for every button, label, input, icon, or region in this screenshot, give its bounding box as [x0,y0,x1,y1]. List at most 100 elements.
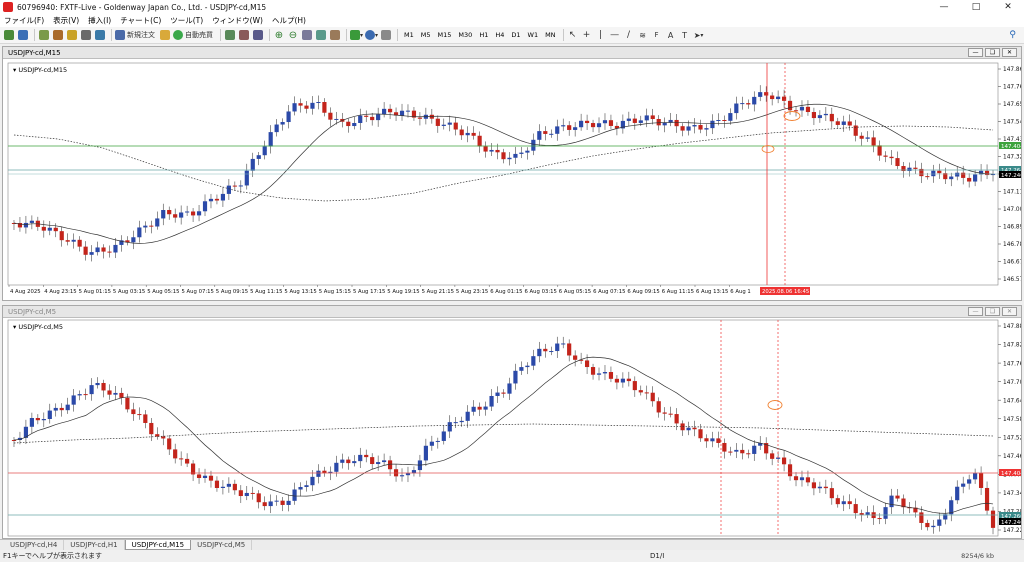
candle-body [167,438,172,450]
terminal-button[interactable] [80,29,92,42]
candle-body [250,492,255,494]
candle-body [967,177,972,182]
close-icon[interactable]: ✕ [992,0,1024,14]
channel-button[interactable]: ≋ [637,29,649,42]
maximize-icon[interactable]: □ [960,0,992,14]
candle-body [650,115,655,119]
title-bar: 60796940: FXTF-Live - Goldenway Japan Co… [0,0,1024,14]
menu-help[interactable]: ヘルプ(H) [272,15,306,26]
arrows-button[interactable]: ➤ ▾ [693,29,705,42]
menu-file[interactable]: ファイル(F) [4,15,44,26]
fibonacci-button[interactable]: F [651,29,663,42]
candle-body [208,475,214,481]
tester-button[interactable] [94,29,106,42]
cursor-icon: ↖ [568,30,577,40]
menu-insert[interactable]: 挿入(I) [88,15,111,26]
candlestick-chart-m15[interactable]: ▾ USDJPY-cd,M15 147.865 147.760 147.650 147.… [3,59,1021,301]
long-moving-average-line [13,423,994,444]
tf-m30[interactable]: M30 [455,29,475,41]
candle-body [865,512,870,515]
arrow-icon: ➤ [693,30,701,40]
zoom-in-button[interactable]: ⊕ [273,29,285,42]
tf-h4[interactable]: H4 [492,29,507,41]
zoom-in-icon: ⊕ [274,29,284,41]
candle-body [298,486,303,490]
vertical-line-button[interactable]: | [595,29,607,42]
candle-body [734,103,739,114]
candle-body [973,174,978,182]
periods-button[interactable]: ▾ [365,29,378,42]
tf-m1[interactable]: M1 [401,29,417,41]
restore-icon[interactable]: ❏ [985,307,1000,316]
metaeditor-button[interactable] [159,29,171,42]
y-tick-label: 146.675 [1003,260,1021,266]
menu-tools[interactable]: ツール(T) [170,15,203,26]
auto-trade-button[interactable]: 自動売買 [173,29,215,42]
candle-body [746,453,751,455]
new-chart-button[interactable] [3,29,15,42]
tab-usdjpy-h4[interactable]: USDJPY-cd,H4 [4,540,65,550]
close-icon[interactable]: ✕ [1002,307,1017,316]
candle-body [740,103,745,105]
candle-body [173,214,178,218]
candle-body [161,436,166,439]
crosshair-button[interactable]: + [581,29,593,42]
tf-w1[interactable]: W1 [525,29,542,41]
candle-body [226,483,231,487]
menu-view[interactable]: 表示(V) [53,15,79,26]
menu-chart[interactable]: チャート(C) [120,15,161,26]
new-order-button[interactable]: 新規注文 [115,29,157,42]
indicators-button[interactable]: ▾ [350,29,363,42]
candle-body [955,486,960,501]
candle-body [286,111,291,123]
data-window-button[interactable] [52,29,64,42]
minimize-icon[interactable]: — [968,48,983,57]
close-icon[interactable]: ✕ [1002,48,1017,57]
tf-mn[interactable]: MN [542,29,558,41]
y-tick-label: 147.585 [1003,417,1021,423]
chart-area-m15[interactable]: ▾ USDJPY-cd,M15 147.865 147.760 147.650 147.… [3,59,1021,301]
candlestick-chart-m5[interactable]: ▾ USDJPY-cd,M5 147.885 147.825 147.765 147.7… [3,318,1021,539]
tf-h1[interactable]: H1 [476,29,491,41]
navigator-button[interactable] [66,29,78,42]
zoom-out-button[interactable]: ⊖ [287,29,299,42]
tab-usdjpy-m15[interactable]: USDJPY-cd,M15 [124,540,192,550]
candle-body [149,225,154,227]
bar-chart-button[interactable] [224,29,236,42]
market-watch-button[interactable] [38,29,50,42]
y-tick-label: 147.645 [1003,398,1021,404]
line-chart-button[interactable] [252,29,264,42]
candle-body [358,115,363,123]
tf-d1[interactable]: D1 [508,29,523,41]
menu-window[interactable]: ウィンドウ(W) [212,15,263,26]
candle-body [758,92,763,97]
trendline-button[interactable]: ∕ [623,29,635,42]
search-icon[interactable]: ⚲ [1009,30,1016,40]
autoscroll-button[interactable] [315,29,327,42]
restore-icon[interactable]: ❏ [985,48,1000,57]
minimize-icon[interactable]: — [928,0,960,14]
tf-m15[interactable]: M15 [435,29,455,41]
candle-body [692,125,697,127]
chart-window-m15[interactable]: USDJPY-cd,M15 — ❏ ✕ ▾ USDJPY-cd,M15 147.8… [2,46,1022,301]
cursor-button[interactable]: ↖ [567,29,579,42]
candle-body [167,210,172,215]
tf-m5[interactable]: M5 [418,29,434,41]
candle-body [531,139,536,151]
candle-body [292,489,297,501]
candle-body [59,231,64,241]
templates-button[interactable] [380,29,392,42]
chart-window-m5[interactable]: USDJPY-cd,M5 — ❏ ✕ ▾ USDJPY-cd,M5 147.885… [2,305,1022,539]
tile-windows-button[interactable] [301,29,313,42]
label-tool-button[interactable]: T [679,29,691,42]
candlestick-button[interactable] [238,29,250,42]
candle-body [978,473,984,488]
text-tool-button[interactable]: A [665,29,677,42]
horizontal-line-button[interactable]: — [609,29,621,42]
minimize-icon[interactable]: — [968,307,983,316]
chart-shift-button[interactable] [329,29,341,42]
tab-usdjpy-h1[interactable]: USDJPY-cd,H1 [64,540,125,550]
profiles-button[interactable] [17,29,29,42]
chart-area-m5[interactable]: ▾ USDJPY-cd,M5 147.885 147.825 147.765 147.7… [3,318,1021,539]
tab-usdjpy-m5[interactable]: USDJPY-cd,M5 [191,540,253,550]
